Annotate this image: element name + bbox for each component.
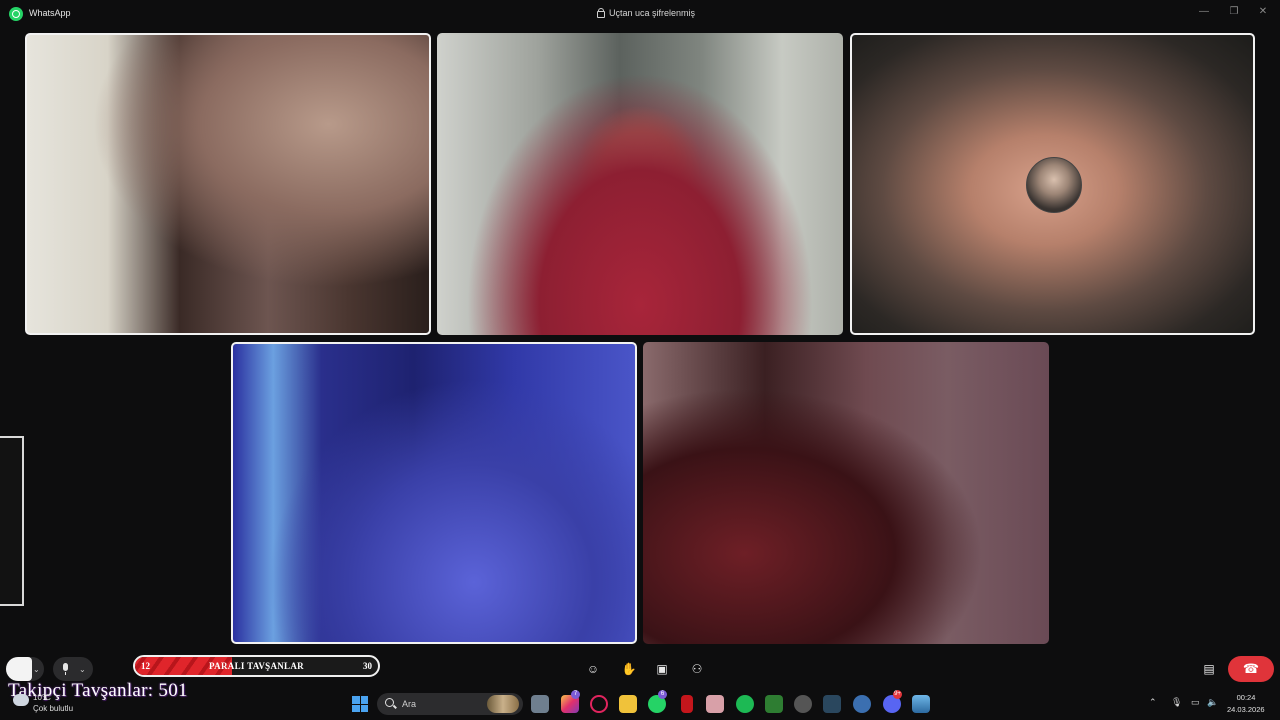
whatsapp-badge: 6 [658, 690, 667, 699]
weather-desc[interactable]: Çok bulutlu [33, 704, 73, 713]
add-people-icon[interactable]: ⚇ [687, 659, 707, 679]
raise-hand-icon[interactable]: ✋ [619, 659, 639, 679]
participant-video-4[interactable] [231, 342, 637, 644]
network-app-icon[interactable] [853, 695, 871, 713]
game-app-icon[interactable] [794, 695, 812, 713]
tray-chevron-up-icon[interactable]: ⌃ [1149, 697, 1157, 708]
goal-progress-bar: PARALI TAVŞANLAR 12 30 [133, 655, 380, 677]
chevron-down-icon[interactable]: ⌄ [33, 665, 40, 674]
netflix-icon[interactable] [681, 695, 693, 713]
taskbar [0, 688, 1280, 720]
encryption-label: Uçtan uca şifrelenmiş [609, 8, 696, 18]
cloud-icon[interactable] [13, 694, 29, 706]
goal-label: PARALI TAVŞANLAR [209, 661, 304, 671]
tray-network-icon[interactable]: ▭ [1191, 697, 1200, 708]
opera-icon[interactable] [590, 695, 608, 713]
participant-video-5[interactable] [643, 342, 1049, 644]
emoji-icon[interactable]: ☺ [583, 659, 603, 679]
participant-avatar [1026, 157, 1082, 213]
stream-overlay-frame [0, 436, 24, 606]
search-icon [385, 698, 394, 707]
layout-icon[interactable]: ▤ [1199, 659, 1219, 679]
search-highlight-image [487, 695, 519, 713]
app-name: WhatsApp [29, 8, 71, 18]
steam-icon[interactable] [823, 695, 841, 713]
share-screen-icon[interactable]: ▣ [652, 659, 672, 679]
chevron-down-icon[interactable]: ⌄ [79, 665, 86, 674]
title-bar: WhatsApp Uçtan uca şifrelenmiş — ❐ ✕ [0, 0, 1280, 28]
file-explorer-icon[interactable] [619, 695, 637, 713]
clock-date[interactable]: 24.03.2026 [1227, 705, 1265, 714]
windows-start-icon[interactable] [352, 696, 368, 712]
minimize-button[interactable]: — [1193, 4, 1215, 20]
photo-app-icon[interactable] [706, 695, 724, 713]
participant-video-2[interactable] [437, 33, 843, 335]
tray-microphone-icon[interactable]: 🎙 [1171, 697, 1182, 708]
discord-badge: 9+ [893, 690, 902, 699]
microphone-icon [63, 663, 68, 675]
spotify-icon[interactable] [736, 695, 754, 713]
end-call-icon: ☎ [1242, 661, 1260, 676]
lock-icon [597, 7, 605, 18]
goal-target: 30 [363, 661, 372, 671]
end-call-button[interactable]: ☎ [1228, 656, 1274, 682]
weather-temp[interactable]: 10°C [33, 693, 51, 702]
goal-current: 12 [141, 661, 150, 671]
search-placeholder[interactable]: Ara [402, 699, 416, 709]
terminal-app-icon[interactable] [765, 695, 783, 713]
microphone-toggle-button[interactable] [53, 657, 93, 681]
camera-icon [6, 657, 32, 681]
photos-icon[interactable] [912, 695, 930, 713]
close-button[interactable]: ✕ [1252, 4, 1274, 20]
tray-volume-icon[interactable]: 🔈 [1207, 697, 1218, 708]
task-view-icon[interactable] [531, 695, 549, 713]
instagram-badge: 7 [571, 690, 580, 699]
encryption-status: Uçtan uca şifrelenmiş [597, 7, 696, 18]
clock-time[interactable]: 00:24 [1229, 693, 1263, 702]
whatsapp-logo-icon [9, 7, 23, 21]
maximize-button[interactable]: ❐ [1223, 4, 1245, 20]
participant-video-1[interactable] [25, 33, 431, 335]
